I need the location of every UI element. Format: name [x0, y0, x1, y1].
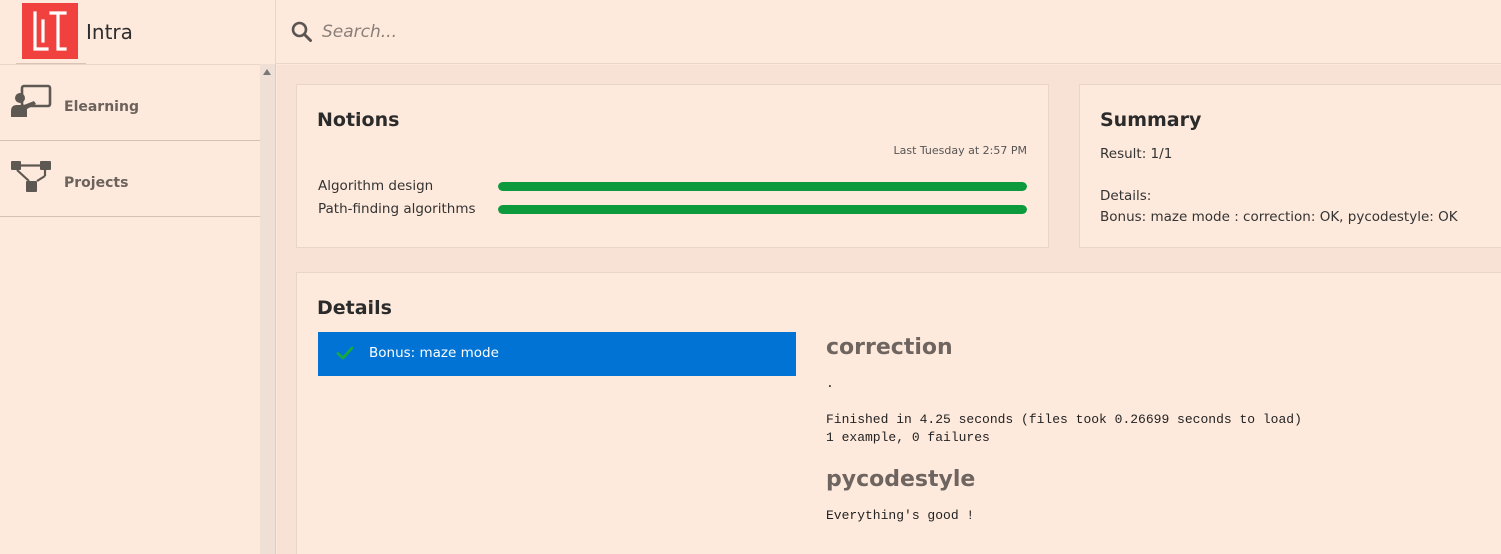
- brand-name: Intra: [86, 20, 133, 44]
- sidebar-item-elearning[interactable]: Elearning: [0, 65, 260, 141]
- summary-details-label: Details:: [1100, 188, 1152, 204]
- test-label: Bonus: maze mode: [369, 345, 499, 361]
- sidebar-item-label: Projects: [64, 175, 129, 191]
- notion-row: Path-finding algorithms: [318, 201, 1028, 219]
- result-heading-correction: correction: [826, 335, 953, 360]
- main-content: Notions Last Tuesday at 2:57 PM Algorith…: [277, 65, 1501, 554]
- result-output-correction: . Finished in 4.25 seconds (files took 0…: [826, 376, 1302, 445]
- result-heading-pycodestyle: pycodestyle: [826, 467, 976, 492]
- summary-result: Result: 1/1: [1100, 146, 1173, 162]
- notion-label: Algorithm design: [318, 178, 434, 194]
- logo-icon[interactable]: [22, 3, 78, 59]
- search-input[interactable]: [322, 18, 922, 46]
- sidebar-item-label: Elearning: [64, 99, 139, 115]
- check-icon: [336, 345, 354, 361]
- search-icon: [290, 20, 314, 44]
- elearning-icon: [10, 83, 54, 119]
- notion-progress-bar: [498, 182, 1027, 191]
- details-title: Details: [317, 297, 392, 319]
- notion-progress-bar: [498, 205, 1027, 214]
- sidebar-item-projects[interactable]: Projects: [0, 141, 260, 217]
- notion-label: Path-finding algorithms: [318, 201, 476, 217]
- projects-icon: [10, 159, 54, 195]
- test-list-item[interactable]: Bonus: maze mode: [318, 332, 796, 376]
- sidebar: Elearning Projects: [0, 64, 260, 554]
- result-output-pycodestyle: Everything's good !: [826, 508, 975, 523]
- brand-header: Intra: [0, 0, 276, 64]
- notions-timestamp: Last Tuesday at 2:57 PM: [893, 144, 1027, 157]
- notions-card: Notions Last Tuesday at 2:57 PM Algorith…: [296, 84, 1049, 248]
- scroll-up-arrow-icon[interactable]: [263, 69, 271, 75]
- sidebar-scrollbar[interactable]: [260, 64, 276, 554]
- notion-row: Algorithm design: [318, 178, 1028, 196]
- notions-title: Notions: [317, 109, 400, 131]
- notion-progress-fill: [498, 205, 1027, 214]
- notion-progress-fill: [498, 182, 1027, 191]
- details-card: Details Bonus: maze mode correction . Fi…: [296, 272, 1501, 554]
- summary-title: Summary: [1100, 109, 1202, 131]
- summary-card: Summary Result: 1/1 Details: Bonus: maze…: [1079, 84, 1501, 248]
- top-bar: [276, 0, 1501, 64]
- summary-details-text: Bonus: maze mode : correction: OK, pycod…: [1100, 209, 1458, 225]
